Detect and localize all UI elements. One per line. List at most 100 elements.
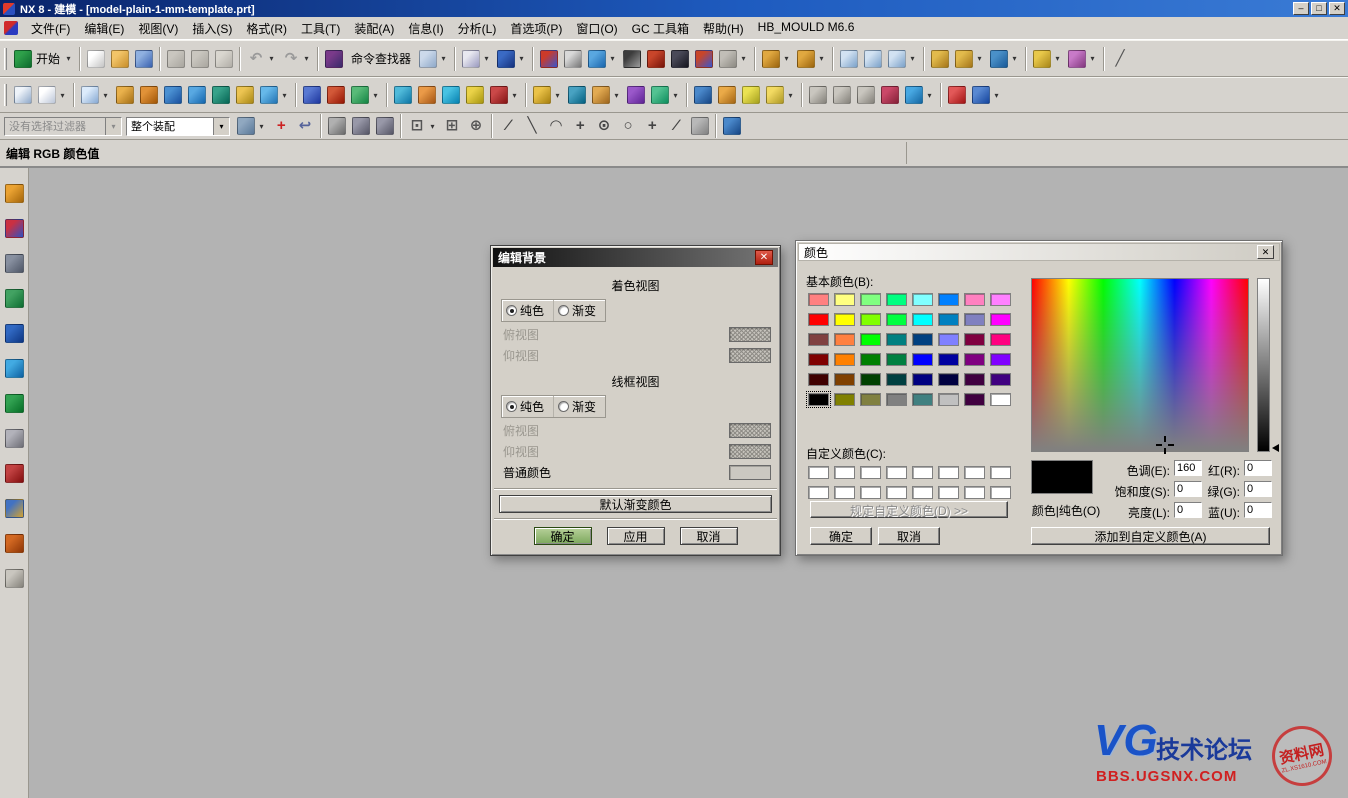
part-navigator-tab-icon[interactable] [3,287,26,310]
wireframe-gradient-radio[interactable]: 渐变 [553,396,605,417]
shaded-bottom-swatch[interactable] [729,348,771,363]
pan-icon[interactable]: ⊞ [440,114,464,138]
chevron-down-icon[interactable]: ▾ [105,118,121,135]
no-selection-icon[interactable] [537,47,561,71]
minimize-icon[interactable]: – [1293,2,1309,15]
basic-color-swatch[interactable] [990,313,1011,326]
custom-color-swatch[interactable] [912,486,933,499]
snap-intersection-icon[interactable]: + [568,114,592,138]
dropdown-arrow-icon[interactable]: ▾ [612,91,621,100]
basic-color-swatch[interactable] [964,313,985,326]
default-gradient-button[interactable]: 默认渐变颜色 [499,495,772,513]
copy-icon[interactable] [188,47,212,71]
basic-color-swatch[interactable] [938,373,959,386]
shaded-solid-radio[interactable]: 纯色 [502,300,553,321]
add-to-custom-colors-button[interactable]: 添加到自定义颜色(A) [1031,527,1270,545]
ok-button[interactable]: 确定 [534,527,592,545]
paste-icon[interactable] [212,47,236,71]
close-icon[interactable]: ✕ [755,250,773,265]
basic-color-swatch[interactable] [964,373,985,386]
basic-color-swatch[interactable] [886,313,907,326]
basic-color-swatch[interactable] [990,293,1011,306]
dropdown-arrow-icon[interactable]: ▾ [482,54,491,63]
datum-plane-icon[interactable]: ▾ [78,83,113,107]
dropdown-arrow-icon[interactable]: ▾ [510,91,519,100]
basic-color-swatch[interactable] [808,373,829,386]
emboss-icon[interactable]: ▾ [257,83,292,107]
basic-color-swatch[interactable] [860,353,881,366]
menu-item-14[interactable]: HB_MOULD M6.6 [751,17,862,40]
cancel-button[interactable]: 取消 [878,527,940,545]
assembly-navigator-icon[interactable] [861,47,885,71]
revolve-icon[interactable] [137,83,161,107]
toolbar-grip[interactable] [4,84,7,106]
dropdown-arrow-icon[interactable]: ▾ [517,54,526,63]
basic-color-swatch[interactable] [990,393,1011,406]
menu-item-3[interactable]: 视图(V) [131,17,185,40]
custom-color-swatch[interactable] [860,466,881,479]
custom-color-swatch[interactable] [990,466,1011,479]
plain-color-swatch[interactable] [729,465,771,480]
swept-icon[interactable]: ▾ [530,83,565,107]
basic-color-swatch[interactable] [808,293,829,306]
constraint-navigator-icon[interactable]: ▾ [885,47,920,71]
dropdown-arrow-icon[interactable]: ▾ [439,54,448,63]
custom-color-swatch[interactable] [938,486,959,499]
undo-icon[interactable]: ↶▾ [244,47,279,71]
snap-handle-icon[interactable] [373,114,397,138]
user-tools-tab-icon[interactable] [3,532,26,555]
redo-icon[interactable]: ↷▾ [279,47,314,71]
custom-color-swatch[interactable] [834,486,855,499]
menu-item-13[interactable]: 帮助(H) [696,17,751,40]
custom-color-swatch[interactable] [808,466,829,479]
snap-center-icon[interactable]: ⊙ [592,114,616,138]
basic-color-swatch[interactable] [938,293,959,306]
assembly-icon[interactable] [691,83,715,107]
start-button[interactable]: 开始▾ [11,47,76,71]
basic-color-swatch[interactable] [834,333,855,346]
assembly-constraint-icon[interactable]: ▾ [763,83,798,107]
unite-icon[interactable] [300,83,324,107]
basic-color-swatch[interactable] [834,313,855,326]
basic-color-swatch[interactable] [808,353,829,366]
highlight-sphere-icon[interactable] [688,114,712,138]
move-object-icon[interactable] [349,114,373,138]
basic-color-swatch[interactable] [938,353,959,366]
apply-button[interactable]: 应用 [607,527,665,545]
hue-input[interactable] [1174,460,1202,476]
offset-surface-icon[interactable]: ▾ [589,83,624,107]
green-input[interactable] [1244,481,1272,497]
maximize-icon[interactable]: □ [1311,2,1327,15]
custom-color-swatch[interactable] [912,466,933,479]
basic-color-swatch[interactable] [912,333,933,346]
curve-icon[interactable] [878,83,902,107]
basic-color-swatch[interactable] [886,373,907,386]
hue-saturation-field[interactable] [1031,278,1249,452]
menu-item-1[interactable]: 文件(F) [24,17,77,40]
wcs-dynamics-icon[interactable] [928,47,952,71]
menu-item-6[interactable]: 工具(T) [294,17,347,40]
process-studio-tab-icon[interactable] [3,462,26,485]
system-materials-tab-icon[interactable] [3,427,26,450]
basic-color-swatch[interactable] [912,393,933,406]
dropdown-arrow-icon[interactable]: ▾ [1010,54,1019,63]
menu-item-11[interactable]: 窗口(O) [569,17,624,40]
dropdown-arrow-icon[interactable]: ▾ [975,54,984,63]
wireframe-bottom-swatch[interactable] [729,444,771,459]
edit-background-titlebar[interactable]: 编辑背景 ✕ [493,248,778,267]
snap-arc-icon[interactable]: ◠ [544,114,568,138]
add-component-icon[interactable] [715,83,739,107]
dropdown-arrow-icon[interactable]: ▾ [782,54,791,63]
save-icon[interactable] [132,47,156,71]
dark-rings-icon[interactable] [668,47,692,71]
selection-filter-combo[interactable]: 没有选择过滤器 ▾ [4,117,122,136]
basic-color-swatch[interactable] [938,313,959,326]
dropdown-arrow-icon[interactable]: ▾ [1088,54,1097,63]
basic-color-swatch[interactable] [912,353,933,366]
measure-icon[interactable]: ▾ [1030,47,1065,71]
basic-color-swatch[interactable] [964,353,985,366]
basic-color-swatch[interactable] [860,313,881,326]
close-icon[interactable]: ✕ [1329,2,1345,15]
menu-item-5[interactable]: 格式(R) [239,17,294,40]
basic-color-swatch[interactable] [886,353,907,366]
